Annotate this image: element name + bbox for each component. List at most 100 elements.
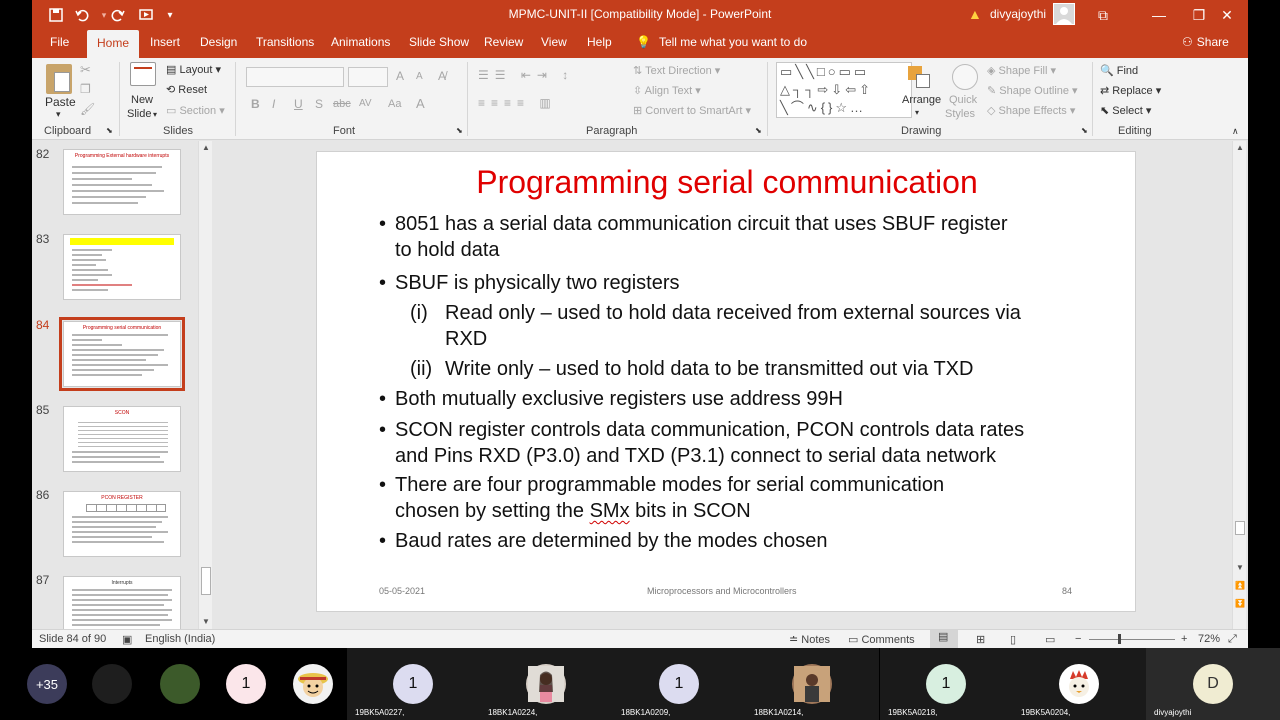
slide-canvas[interactable]: Programming serial communication • 8051 … xyxy=(316,151,1136,612)
spellcheck-word[interactable]: SMx xyxy=(590,500,630,522)
zoom-in-button[interactable]: + xyxy=(1181,633,1187,645)
zoom-out-button[interactable]: − xyxy=(1075,633,1081,645)
copy-icon[interactable]: ❐ xyxy=(80,82,91,96)
participant-avatar[interactable]: 1 xyxy=(226,664,266,704)
thumbnails-scrollbar[interactable]: ▲ ▼ xyxy=(198,141,212,629)
slide-thumbnail-84[interactable]: Programming serial communication xyxy=(59,317,185,391)
shape-fill-button[interactable]: ◈ Shape Fill ▾ xyxy=(987,64,1056,77)
zoom-slider[interactable] xyxy=(1089,639,1175,640)
replace-button[interactable]: ⇄ Replace ▾ xyxy=(1100,84,1161,97)
scroll-up-icon[interactable]: ▲ xyxy=(200,143,212,152)
strikethrough-button[interactable]: abc xyxy=(333,98,351,110)
zoom-level[interactable]: 72% xyxy=(1198,633,1220,645)
shadow-button[interactable]: S xyxy=(315,97,323,111)
participant-tile[interactable]: 1 19BK5A0218, xyxy=(880,648,1013,720)
section-button[interactable]: ▭ Section ▾ xyxy=(166,104,225,117)
quick-styles-label[interactable]: Quick xyxy=(949,94,977,106)
change-case-button[interactable]: Aa xyxy=(388,98,401,110)
bullet-sbuf-circuit[interactable]: • 8051 has a serial data communication c… xyxy=(379,211,1008,263)
clipboard-launcher-icon[interactable]: ⬊ xyxy=(106,126,113,135)
participant-avatar[interactable] xyxy=(92,664,132,704)
more-participants-button[interactable]: +35 xyxy=(27,664,67,704)
user-avatar[interactable] xyxy=(1053,3,1075,25)
slide-thumbnail-86[interactable]: PCON REGISTER xyxy=(63,491,181,557)
new-slide-button[interactable]: Slide xyxy=(127,108,151,120)
bullet-baud-rates[interactable]: • Baud rates are determined by the modes… xyxy=(379,528,827,554)
char-spacing-button[interactable]: AV xyxy=(359,98,372,109)
participant-tile[interactable]: 1 19BK5A0227, xyxy=(347,648,480,720)
font-name-combo[interactable] xyxy=(246,67,344,87)
shape-outline-button[interactable]: ✎ Shape Outline ▾ xyxy=(987,84,1078,97)
tab-design[interactable]: Design xyxy=(200,35,237,49)
warning-icon[interactable]: ▲ xyxy=(968,6,982,22)
collapse-ribbon-icon[interactable]: ∧ xyxy=(1232,126,1239,137)
font-size-combo[interactable] xyxy=(348,67,388,87)
slide-scroll-thumb[interactable] xyxy=(1235,521,1245,535)
bullet-address-99h[interactable]: • Both mutually exclusive registers use … xyxy=(379,386,843,412)
tab-home[interactable]: Home xyxy=(87,30,140,58)
participant-tile[interactable]: 18BK1A0224, xyxy=(480,648,613,720)
tab-file[interactable]: File xyxy=(50,35,69,49)
scroll-up-icon[interactable]: ▲ xyxy=(1234,143,1246,152)
participant-tile[interactable]: 1 18BK1A0209, xyxy=(613,648,746,720)
paste-icon[interactable] xyxy=(46,64,72,94)
comments-button[interactable]: ▭ Comments xyxy=(848,633,915,646)
user-name[interactable]: divyajoythi xyxy=(990,7,1046,21)
font-color-icon[interactable]: A xyxy=(416,96,425,111)
share-button[interactable]: ⚇ Share xyxy=(1182,35,1229,49)
paragraph-launcher-icon[interactable]: ⬊ xyxy=(755,126,762,135)
shrink-font-button[interactable]: A xyxy=(416,71,423,82)
underline-button[interactable]: U xyxy=(294,97,303,111)
bullet-sbuf-two-registers[interactable]: • SBUF is physically two registers xyxy=(379,270,680,296)
next-slide-icon[interactable]: ⏬ xyxy=(1234,599,1246,608)
previous-slide-icon[interactable]: ⏫ xyxy=(1234,581,1246,590)
fit-slide-icon[interactable]: ⤢ xyxy=(1228,633,1237,646)
bold-button[interactable]: B xyxy=(251,97,260,111)
slide-sorter-icon[interactable]: ⊞ xyxy=(976,633,985,646)
slide-scrollbar[interactable]: ▲ ▼ ⏫ ⏬ xyxy=(1232,141,1246,629)
slide-thumbnail-83[interactable] xyxy=(63,234,181,300)
notes-button[interactable]: ≐ Notes xyxy=(789,633,830,646)
convert-smartart-button[interactable]: ⊞ Convert to SmartArt ▾ xyxy=(633,104,751,117)
tell-me-search[interactable]: 💡 Tell me what you want to do xyxy=(636,35,807,49)
italic-button[interactable]: I xyxy=(272,97,275,111)
bullet-four-modes[interactable]: • There are four programmable modes for … xyxy=(379,472,944,524)
zoom-slider-thumb[interactable] xyxy=(1118,634,1121,644)
cut-icon[interactable]: ✂ xyxy=(80,62,91,78)
scroll-down-icon[interactable]: ▼ xyxy=(200,617,212,626)
participant-avatar[interactable] xyxy=(160,664,200,704)
shapes-gallery[interactable]: ▭╲╲□○▭▭ △┐┐⇨⇩⇦⇧ ╲⌒∿{}☆… xyxy=(776,62,912,118)
participant-tile[interactable]: 19BK5A0204, xyxy=(1013,648,1146,720)
sub-bullet-read-only[interactable]: Read only – used to hold data received f… xyxy=(445,300,1021,352)
participant-tile[interactable]: 18BK1A0214, xyxy=(746,648,879,720)
new-slide-label[interactable]: New xyxy=(131,94,153,106)
thumbnails-scroll-thumb[interactable] xyxy=(201,567,211,595)
participant-tile-self[interactable]: D divyajoythi xyxy=(1146,648,1280,720)
slide-show-icon[interactable]: ▭ xyxy=(1045,633,1055,646)
normal-view-button[interactable]: ▤ xyxy=(930,630,958,648)
spellcheck-icon[interactable]: ▣ xyxy=(122,633,132,646)
paste-button[interactable]: Paste xyxy=(45,95,76,109)
shape-effects-button[interactable]: ◇ Shape Effects ▾ xyxy=(987,104,1075,117)
font-launcher-icon[interactable]: ⬊ xyxy=(456,126,463,135)
tab-animations[interactable]: Animations xyxy=(331,35,390,49)
close-button[interactable]: ✕ xyxy=(1204,0,1248,30)
slide-thumbnail-82[interactable]: Programming External hardware interrupts xyxy=(63,149,181,215)
tab-slide-show[interactable]: Slide Show xyxy=(409,35,469,49)
language-indicator[interactable]: English (India) xyxy=(145,633,215,645)
quick-styles-icon[interactable] xyxy=(952,64,978,90)
align-text-button[interactable]: ⇳ Align Text ▾ xyxy=(633,84,701,97)
sub-bullet-write-only[interactable]: Write only – used to hold data to be tra… xyxy=(445,356,973,382)
drawing-launcher-icon[interactable]: ⬊ xyxy=(1081,126,1088,135)
quick-styles-button[interactable]: Styles xyxy=(945,108,975,120)
alignment-buttons-icon[interactable]: ≡≡≡≡ ▥ xyxy=(478,96,557,110)
tab-view[interactable]: View xyxy=(541,35,567,49)
paste-dropdown-icon[interactable]: ▾ xyxy=(56,109,61,120)
bullet-scon-pcon[interactable]: • SCON register controls data communicat… xyxy=(379,417,1024,469)
grow-font-button[interactable]: A xyxy=(396,69,404,83)
tab-transitions[interactable]: Transitions xyxy=(256,35,314,49)
ribbon-display-options-button[interactable]: ⧉ xyxy=(1080,0,1126,30)
reading-view-icon[interactable]: ▯ xyxy=(1010,633,1016,646)
tab-review[interactable]: Review xyxy=(484,35,523,49)
tab-help[interactable]: Help xyxy=(587,35,612,49)
